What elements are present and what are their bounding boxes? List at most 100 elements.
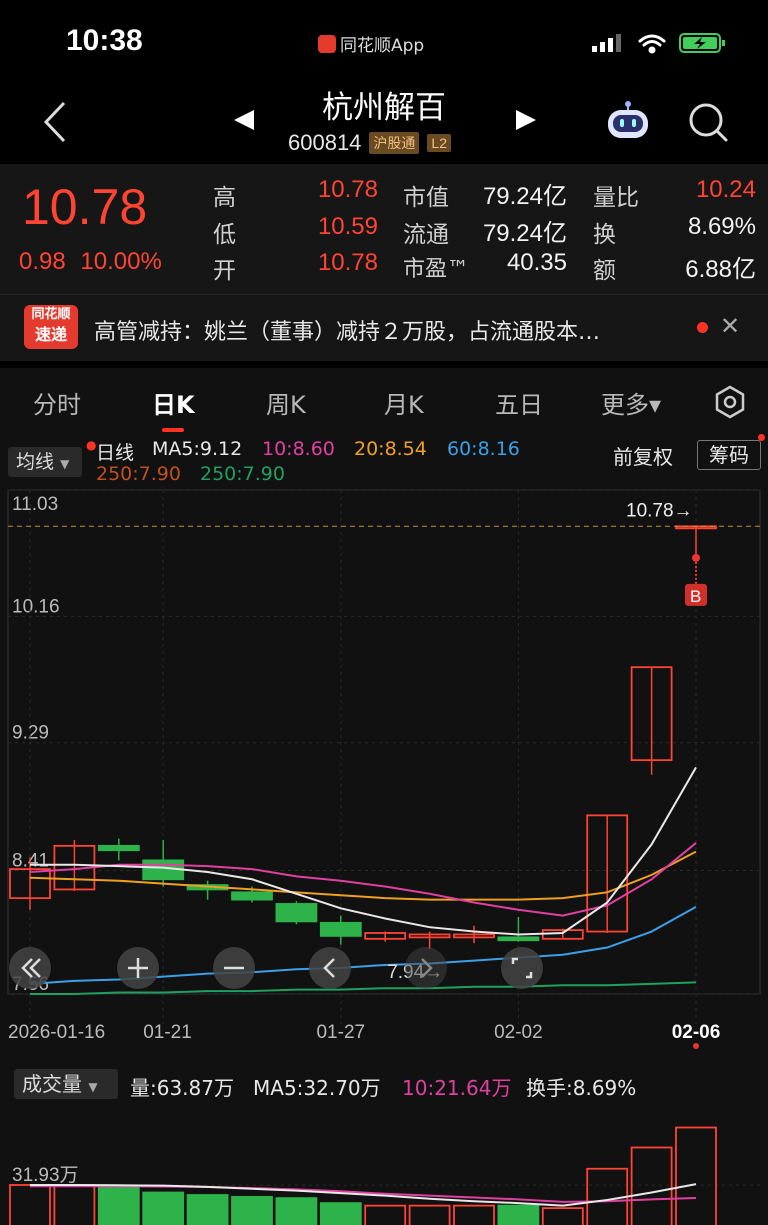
current-date-dot <box>693 1043 699 1049</box>
low-label: 低 <box>213 222 236 248</box>
status-app-name[interactable]: 同花顺App <box>318 31 424 56</box>
mktcap-value: 79.24亿 <box>482 183 567 210</box>
volume-ma5: MA5:32.70万 <box>253 1076 381 1100</box>
pe-label: 市盈™ <box>403 257 470 282</box>
turnover-value: 8.69% <box>687 213 756 240</box>
float-label: 流通 <box>403 222 449 248</box>
volume-value: 量:63.87万 <box>130 1076 234 1100</box>
last-price-label: 10.78→ <box>626 500 693 521</box>
candle-body <box>231 891 273 901</box>
candle-body <box>97 844 140 852</box>
current-price: 10.78 <box>22 179 148 235</box>
zoom-in-button[interactable] <box>117 947 159 989</box>
high-label: 高 <box>213 185 236 211</box>
volume-bar <box>453 1204 495 1225</box>
news-headline[interactable]: 高管减持：姚兰（董事）减持２万股，占流通股本… <box>94 314 600 346</box>
volume-chart[interactable]: 31.93万 <box>0 1100 768 1225</box>
volume-bar <box>541 1207 584 1225</box>
buy-marker-label: B <box>690 587 701 606</box>
volume-tick-label: 31.93万 <box>12 1165 79 1186</box>
x-tick-label: 01-21 <box>143 1022 192 1043</box>
active-tab-indicator <box>162 428 184 432</box>
volume-bar <box>231 1195 273 1225</box>
stock-name: 杭州解百 <box>322 90 446 126</box>
fullscreen-button[interactable] <box>501 947 543 989</box>
candle-body <box>319 921 362 937</box>
volume-bar <box>97 1186 140 1225</box>
scroll-left-button[interactable] <box>309 947 351 989</box>
mktcap-label: 市值 <box>403 185 449 211</box>
y-tick-label: 9.29 <box>12 723 49 744</box>
x-tick-label: 01-27 <box>316 1022 365 1043</box>
volume-bar <box>364 1204 407 1225</box>
signal-icon <box>592 34 621 52</box>
volume-bar <box>186 1194 229 1225</box>
unread-dot <box>697 322 708 333</box>
volume-ratio-label: 量比 <box>593 185 639 211</box>
prev-stock-icon[interactable] <box>232 108 256 132</box>
volume-bar <box>142 1191 185 1225</box>
y-tick-label: 11.03 <box>12 494 58 515</box>
tab-monthly-k[interactable]: 月K <box>384 385 424 420</box>
candle-body <box>497 936 540 942</box>
volume-bar <box>675 1126 717 1225</box>
x-tick-label: 2026-01-16 <box>8 1022 105 1043</box>
battery-icon <box>679 33 725 53</box>
ma5-value: MA5:9.12 <box>152 438 243 460</box>
wifi-icon <box>638 34 666 54</box>
settings-hexagon-icon[interactable] <box>713 385 747 419</box>
tab-intraday[interactable]: 分时 <box>33 385 81 420</box>
low-value: 10.59 <box>317 213 378 240</box>
change-percent: 10.00% <box>80 248 162 275</box>
x-tick-label: 02-02 <box>494 1022 543 1043</box>
scroll-left-fast-button[interactable] <box>9 947 51 989</box>
float-value: 79.24亿 <box>482 220 567 247</box>
ma-select[interactable]: 均线 ▼ <box>8 447 82 477</box>
volume-ma10: 10:21.64万 <box>402 1076 512 1100</box>
tab-five-day[interactable]: 五日 <box>495 385 543 420</box>
status-app-label: 同花顺App <box>340 36 425 56</box>
volume-bar <box>408 1204 451 1225</box>
ma20-value: 20:8.54 <box>354 438 427 460</box>
search-icon[interactable] <box>688 102 728 142</box>
ma250a-value: 250:7.90 <box>96 463 181 485</box>
ma250b-value: 250:7.90 <box>200 463 285 485</box>
x-tick-label: 02-06 <box>672 1022 721 1043</box>
volume-bar <box>53 1184 96 1225</box>
close-news-button[interactable]: ✕ <box>720 312 740 340</box>
tab-more[interactable]: 更多▾ <box>601 385 661 420</box>
indicator-dot-icon: ● <box>86 438 97 452</box>
chevron-down-icon: ▼ <box>60 457 70 471</box>
pe-value: 40.35 <box>506 249 567 276</box>
buy-marker-dot <box>692 553 700 562</box>
tab-daily-k[interactable]: 日K <box>152 385 195 420</box>
zoom-out-button[interactable] <box>213 947 255 989</box>
change-value: 0.98 <box>19 248 66 275</box>
volume-ratio-value: 10.24 <box>695 176 756 203</box>
chevron-down-icon: ▼ <box>88 1080 98 1094</box>
volume-turnover: 换手:8.69% <box>526 1076 637 1100</box>
y-tick-label: 10.16 <box>12 596 60 617</box>
ma60-value: 60:8.16 <box>447 438 520 460</box>
adjust-toggle[interactable]: 前复权 <box>613 441 673 470</box>
tab-weekly-k[interactable]: 周K <box>266 385 306 420</box>
chips-button[interactable]: 筹码 <box>697 440 761 470</box>
open-label: 开 <box>213 258 236 284</box>
robot-assistant-icon[interactable] <box>605 100 651 140</box>
news-logo-bottom: 速递 <box>34 325 67 344</box>
news-logo-top: 同花顺 <box>31 307 71 322</box>
volume-bar <box>9 1184 51 1225</box>
candle-body <box>275 903 318 923</box>
volume-indicator-select[interactable]: 成交量 ▼ <box>14 1069 118 1099</box>
ma-select-label: 均线 <box>16 451 55 473</box>
volume-bar <box>319 1202 362 1225</box>
next-stock-icon[interactable] <box>514 108 538 132</box>
scroll-right-button[interactable] <box>405 947 447 989</box>
stock-code-row: 600814 沪股通 L2 <box>288 130 451 156</box>
open-value: 10.78 <box>317 249 378 276</box>
ma10-value: 10:8.60 <box>262 438 335 460</box>
app-logo-icon <box>318 34 336 53</box>
status-time: 10:38 <box>66 24 143 57</box>
ma20-line <box>29 850 697 901</box>
volume-bar <box>497 1204 540 1225</box>
